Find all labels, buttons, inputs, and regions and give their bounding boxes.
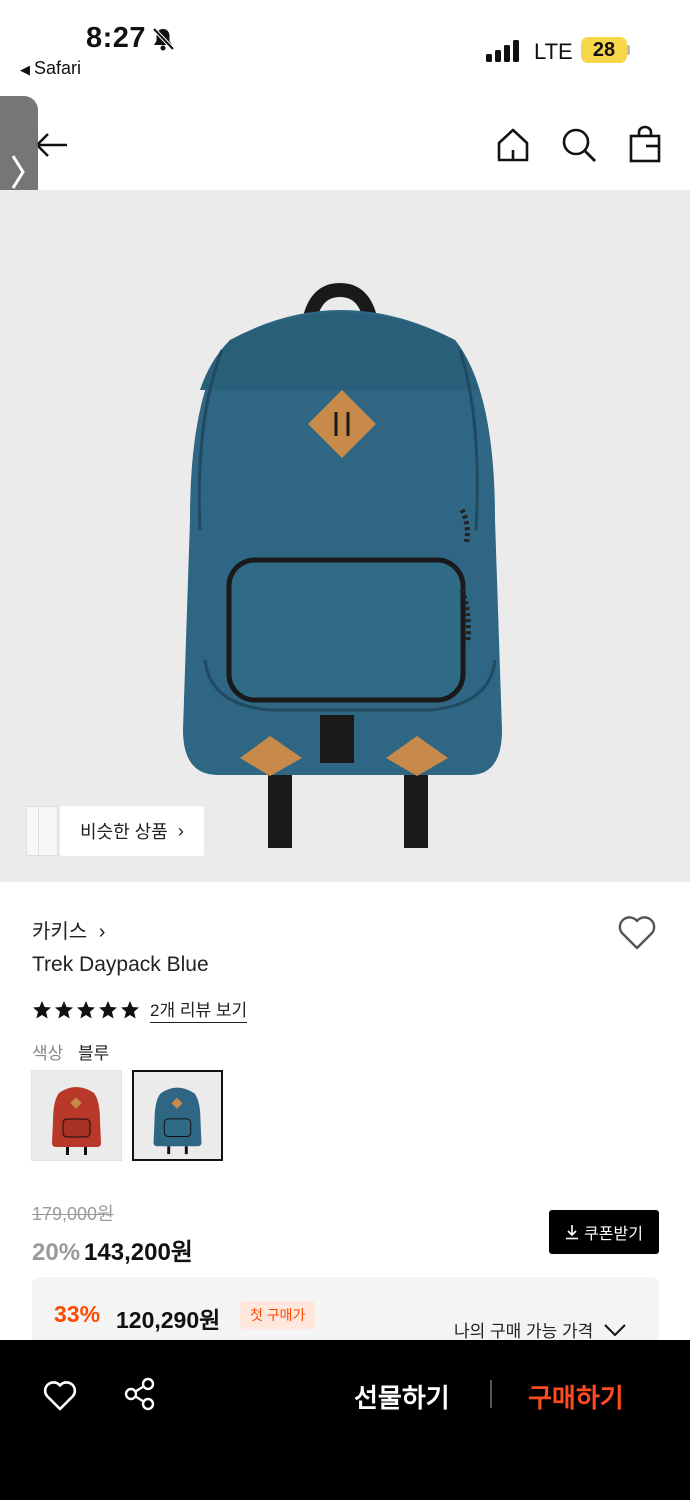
divider — [490, 1380, 492, 1408]
home-icon[interactable] — [492, 124, 534, 166]
back-app-label: Safari — [34, 58, 82, 78]
star-icon — [99, 1000, 117, 1018]
color-row: 색상 블루 — [32, 1039, 109, 1064]
chevron-right-icon: › — [98, 921, 106, 943]
bell-muted-icon — [152, 27, 175, 51]
product-image[interactable] — [0, 190, 690, 882]
search-icon[interactable] — [558, 124, 600, 166]
status-bar: 8:27 ◀ Safari LTE 28 — [0, 0, 690, 92]
network-type: LTE — [534, 39, 573, 64]
blue-backpack-thumbnail — [153, 1087, 202, 1155]
arrow-left-icon[interactable] — [32, 125, 72, 165]
similar-products-label: 비슷한 상품 › — [60, 806, 204, 856]
back-to-safari[interactable]: ◀ Safari — [20, 58, 81, 79]
bottom-action-bar: 선물하기 구매하기 — [0, 1340, 690, 1500]
similar-products-button[interactable]: 비슷한 상품 › — [26, 806, 204, 856]
battery-indicator: 28 — [581, 37, 627, 63]
product-name: Trek Daypack Blue — [32, 953, 209, 976]
star-rating — [32, 1000, 140, 1020]
color-swatch-red[interactable] — [31, 1070, 122, 1161]
color-label: 색상 — [32, 1044, 64, 1063]
member-price: 120,290원 — [116, 1307, 221, 1333]
download-icon — [566, 1225, 579, 1240]
star-icon — [33, 1000, 51, 1018]
my-price-label: 나의 구매 가능 가격 — [454, 1322, 594, 1341]
star-icon — [121, 1000, 139, 1018]
review-link[interactable]: 2개 리뷰 보기 — [150, 996, 248, 1023]
my-price-toggle[interactable]: 나의 구매 가능 가격 — [454, 1317, 627, 1342]
buy-button[interactable]: 구매하기 — [528, 1378, 624, 1415]
similar-thumbnails — [26, 806, 60, 856]
back-triangle-icon: ◀ — [20, 62, 30, 77]
gift-button[interactable]: 선물하기 — [354, 1378, 450, 1415]
price-row: 20% 143,200원 — [32, 1232, 193, 1267]
chevron-right-icon — [11, 155, 25, 189]
shopping-bag-icon[interactable] — [624, 124, 666, 166]
chevron-down-icon — [604, 1323, 627, 1336]
battery-tip — [627, 45, 630, 55]
app-header — [0, 100, 690, 190]
red-backpack-thumbnail — [52, 1087, 101, 1155]
coupon-label: 쿠폰받기 — [584, 1226, 643, 1243]
status-time: 8:27 — [86, 22, 147, 54]
brand-name: 카키스 — [32, 921, 88, 943]
color-swatch-blue[interactable] — [132, 1070, 223, 1161]
brand-link[interactable]: 카키스 › — [32, 915, 105, 944]
chevron-right-icon: › — [177, 820, 184, 841]
share-icon[interactable] — [122, 1376, 158, 1412]
heart-icon[interactable] — [616, 912, 658, 952]
member-discount: 33% — [54, 1301, 101, 1327]
original-price: 179,000원 — [32, 1204, 114, 1224]
rating-row: 2개 리뷰 보기 — [32, 996, 248, 1023]
sale-price: 143,200원 — [84, 1239, 193, 1266]
color-value: 블루 — [78, 1044, 110, 1063]
similar-label-text: 비슷한 상품 — [80, 822, 168, 842]
star-icon — [77, 1000, 95, 1018]
backpack-image — [183, 282, 502, 848]
heart-icon[interactable] — [42, 1378, 78, 1412]
first-purchase-badge: 첫 구매가 — [240, 1301, 316, 1329]
star-icon — [55, 1000, 73, 1018]
coupon-button[interactable]: 쿠폰받기 — [549, 1210, 659, 1254]
discount-rate: 20% — [32, 1239, 81, 1266]
signal-icon — [486, 40, 522, 62]
